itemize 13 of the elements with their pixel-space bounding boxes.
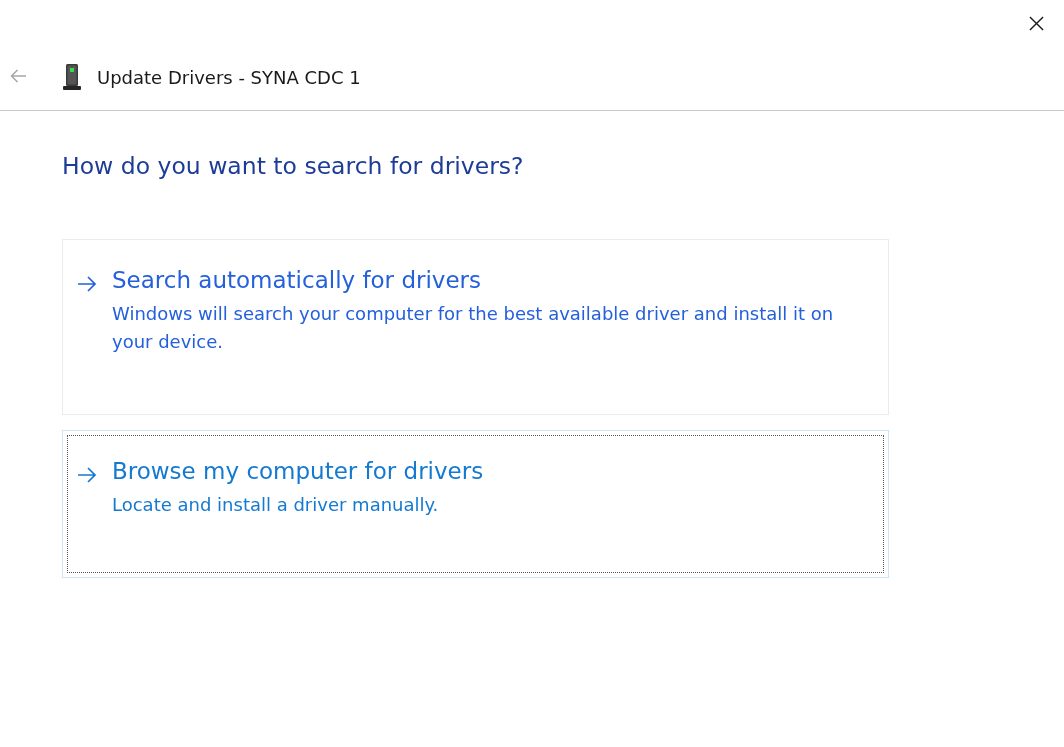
command-link[interactable]: Search automatically for drivers Windows will search your computer for the best available driver and install it on your device. [62,239,889,415]
right-arrow-icon [77,467,97,483]
option-description: Locate and install a driver manually. [112,493,440,517]
right-arrow-icon [77,276,97,292]
command-link[interactable]: Browse my computer for drivers Locate and install a driver manually. [62,430,889,578]
close-icon [1029,16,1044,31]
option-title: Browse my computer for drivers [112,457,485,486]
option-description: Windows will search your computer for the best available driver and install it on your device. [112,302,835,354]
device-icon [63,64,81,90]
back-arrow-icon [9,69,27,83]
option-title: Search automatically for drivers [112,266,483,295]
window-title: Update Drivers - SYNA CDC 1 [97,66,361,88]
page-heading: How do you want to search for drivers? [62,151,525,182]
